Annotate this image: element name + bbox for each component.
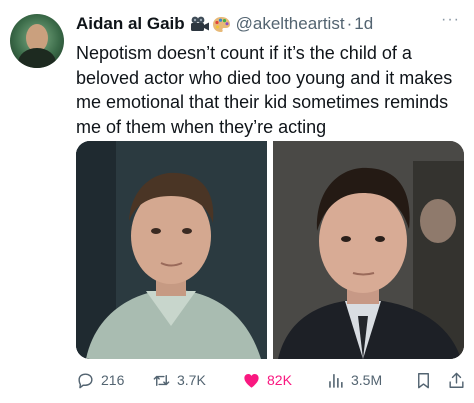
- like-button[interactable]: 82K: [242, 371, 326, 390]
- tweet-text: Nepotism doesn’t count if it’s the child…: [76, 43, 453, 137]
- avatar-body: [18, 48, 56, 68]
- avatar[interactable]: [10, 14, 64, 68]
- author-handle[interactable]: @akeltheartist: [236, 14, 345, 34]
- timestamp[interactable]: 1d: [354, 14, 373, 34]
- tweet-media[interactable]: [76, 141, 464, 359]
- tweet-actions: 216 3.7K 82K 3.5M: [76, 368, 466, 392]
- share-button[interactable]: [447, 371, 466, 390]
- artist-palette-icon: [212, 16, 230, 32]
- reply-count: 216: [101, 372, 125, 388]
- like-count: 82K: [267, 372, 292, 388]
- heart-icon: [244, 373, 259, 388]
- view-count: 3.5M: [351, 372, 383, 388]
- author-emojis: [190, 16, 231, 33]
- reply-button[interactable]: 216: [76, 371, 144, 390]
- bookmark-icon: [418, 372, 429, 388]
- tweet-header: Aidan al Gaib @akeltheartist · 1d ···: [76, 11, 460, 35]
- views-button[interactable]: 3.5M: [326, 371, 406, 390]
- retweet-icon: [153, 374, 170, 386]
- reply-icon: [78, 372, 93, 388]
- retweet-count: 3.7K: [177, 372, 206, 388]
- bookmark-button[interactable]: [414, 371, 433, 390]
- views-chart-icon: [329, 373, 343, 388]
- media-photo-left[interactable]: [76, 141, 267, 359]
- portrait-illustration-left: [76, 141, 267, 359]
- movie-camera-icon: [190, 16, 209, 31]
- portrait-illustration-right: [273, 141, 464, 359]
- media-photo-right[interactable]: [273, 141, 464, 359]
- author-name[interactable]: Aidan al Gaib: [76, 14, 185, 34]
- more-options-icon[interactable]: ···: [441, 11, 460, 29]
- separator-dot: ·: [346, 14, 353, 33]
- retweet-button[interactable]: 3.7K: [152, 371, 236, 390]
- share-icon: [449, 372, 464, 388]
